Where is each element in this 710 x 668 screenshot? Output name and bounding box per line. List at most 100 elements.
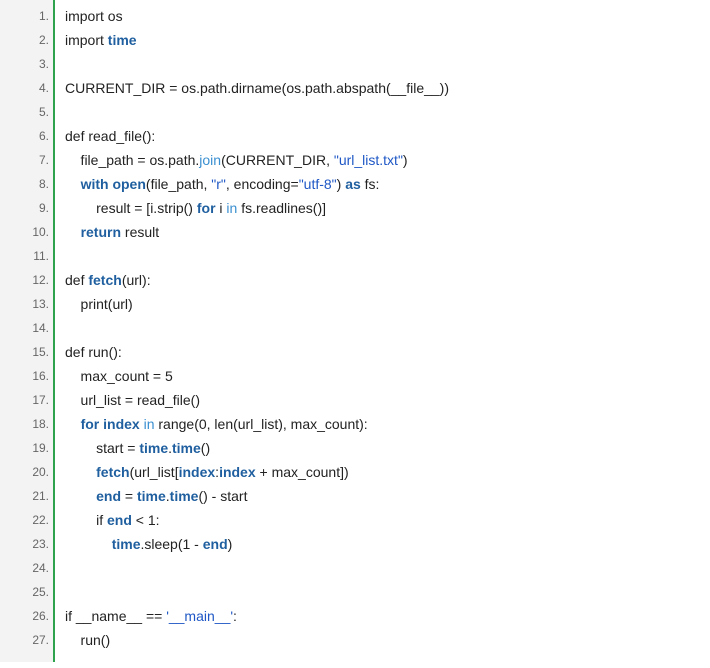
code-token: "utf-8" [298,176,337,192]
bottom-strip [0,662,710,668]
code-token: range(0, len(url_list), max_count): [154,416,368,432]
code-token: ) [402,152,408,168]
code-line: 22. if end < 1: [0,508,710,532]
code-token: < 1: [131,512,160,528]
code-token: time [139,440,169,456]
line-number: 15. [32,345,49,359]
line-number: 24. [32,561,49,575]
code-text: def read_file(): [65,124,155,148]
code-text: end = time.time() - start [65,484,247,508]
code-token: for [196,200,216,216]
line-number: 16. [32,369,49,383]
code-line: 11. [0,244,710,268]
code-token: = [121,488,137,504]
code-text: file_path = os.path.join(CURRENT_DIR, "u… [65,148,408,172]
line-number: 12. [32,273,49,287]
code-token: () - start [198,488,248,504]
code-token: if [65,512,108,528]
line-number: 5. [38,105,49,119]
code-token: (file_path, [145,176,212,192]
code-token: () [200,440,211,456]
code-token: if __name__ == [65,608,167,624]
code-token: "url_list.txt" [333,152,403,168]
code-token: url_list = read_file() [65,392,200,408]
code-line: 25. [0,580,710,604]
code-token: print(url) [65,296,133,312]
code-line: 13. print(url) [0,292,710,316]
code-line: 7. file_path = os.path.join(CURRENT_DIR,… [0,148,710,172]
code-text: max_count = 5 [65,364,173,388]
code-token: in [143,416,155,432]
code-line: 8. with open(file_path, "r", encoding="u… [0,172,710,196]
code-token: import os [65,8,123,24]
code-token: + max_count]) [255,464,349,480]
line-number: 17. [32,393,49,407]
code-token: ) [227,536,233,552]
code-text: import os [65,4,123,28]
code-token: run() [65,632,111,648]
code-line: 2. import time [0,28,710,52]
code-token: fs: [360,176,380,192]
line-number: 18. [32,417,49,431]
code-token: time [136,488,166,504]
line-number: 8. [38,177,49,191]
line-number: 26. [32,609,49,623]
code-line: 15. def run(): [0,340,710,364]
code-token: .sleep(1 - [140,536,203,552]
line-number: 20. [32,465,49,479]
code-token: result = [i.strip() [65,200,197,216]
code-token: def read_file(): [65,128,156,144]
line-number: 1. [38,9,49,23]
code-line: 19. start = time.time() [0,436,710,460]
code-line: 21. end = time.time() - start [0,484,710,508]
code-token: fetch [96,464,130,480]
code-token: (url_list[ [129,464,179,480]
code-token: def [65,272,89,288]
code-token: time [172,440,201,456]
line-number: 2. [38,33,49,47]
code-line: 18. for index in range(0, len(url_list),… [0,412,710,436]
code-token: for [80,416,100,432]
code-line: 24. [0,556,710,580]
line-number: 23. [32,537,49,551]
code-line: 17. url_list = read_file() [0,388,710,412]
code-token: open [112,176,146,192]
code-text: run() [65,628,111,652]
code-text: def run(): [65,340,122,364]
code-token: index [219,464,256,480]
code-token: def run(): [65,344,122,360]
code-text: def fetch(url): [65,268,151,292]
code-token: i [215,200,227,216]
code-text: time.sleep(1 - end) [65,532,233,556]
code-token: return [80,224,122,240]
code-token: index [103,416,140,432]
code-line: 16. max_count = 5 [0,364,710,388]
code-text: start = time.time() [65,436,210,460]
code-token: in [226,200,238,216]
code-token: end [96,488,122,504]
code-text: CURRENT_DIR = os.path.dirname(os.path.ab… [65,76,449,100]
code-line: 10. return result [0,220,710,244]
code-token: end [107,512,132,528]
code-token: with [80,176,109,192]
code-text: fetch(url_list[index:index + max_count]) [65,460,349,484]
line-number: 6. [38,129,49,143]
code-text: with open(file_path, "r", encoding="utf-… [65,172,380,196]
code-token: time [107,32,137,48]
code-line: 23. time.sleep(1 - end) [0,532,710,556]
code-text: url_list = read_file() [65,388,200,412]
code-line: 6. def read_file(): [0,124,710,148]
code-token: time [111,536,141,552]
code-token: (url): [121,272,151,288]
code-line: 26. if __name__ == '__main__': [0,604,710,628]
code-text: return result [65,220,160,244]
line-number: 11. [33,249,49,263]
code-token: file_path = os.path. [65,152,200,168]
line-number: 22. [32,513,49,527]
code-block: 1. import os 2. import time 3. 4. CURRENT_DIR … [0,0,710,662]
code-token: CURRENT_DIR = os.path.dirname(os.path.ab… [65,80,450,96]
code-line: 20. fetch(url_list[index:index + max_cou… [0,460,710,484]
